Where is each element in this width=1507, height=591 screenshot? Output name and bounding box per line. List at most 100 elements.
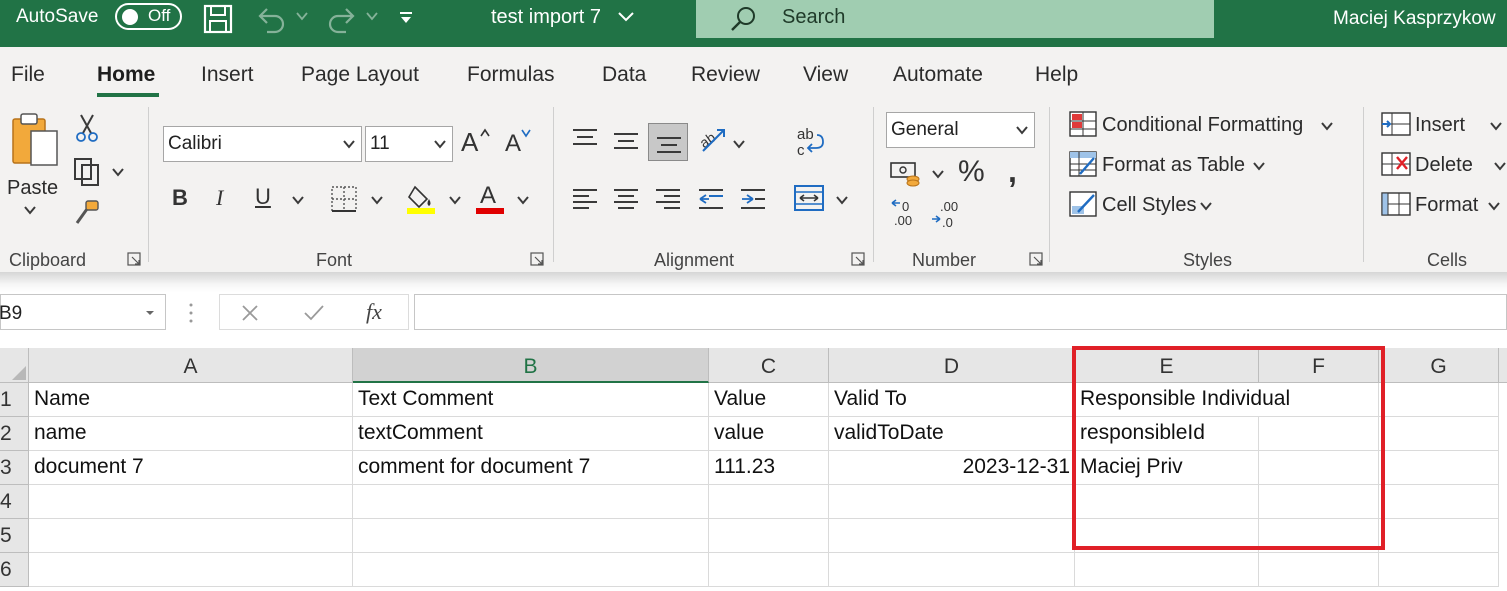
clipboard-launcher-icon[interactable]: [127, 252, 141, 266]
enter-icon[interactable]: [303, 303, 325, 323]
select-all-button[interactable]: [0, 348, 29, 383]
cell-d4[interactable]: [829, 485, 1075, 519]
row-header-3[interactable]: 3: [0, 451, 29, 485]
format-as-table-dropdown-icon[interactable]: [1253, 161, 1265, 171]
name-box-dropdown-icon[interactable]: [145, 309, 155, 317]
tab-insert[interactable]: Insert: [201, 63, 254, 87]
document-title[interactable]: test import 7: [491, 6, 601, 29]
insert-function-icon[interactable]: fx: [366, 299, 382, 325]
cell-f5[interactable]: [1259, 519, 1379, 553]
row-header-6[interactable]: 6: [0, 553, 29, 587]
decrease-indent-icon[interactable]: [697, 187, 725, 211]
tab-file[interactable]: File: [11, 63, 45, 87]
paste-dropdown-icon[interactable]: [24, 205, 36, 215]
user-name[interactable]: Maciej Kasprzykow: [1333, 8, 1496, 30]
cell-d2[interactable]: validToDate: [829, 417, 1075, 451]
cell-c6[interactable]: [709, 553, 829, 587]
top-align-icon[interactable]: [571, 127, 599, 149]
align-right-icon[interactable]: [654, 187, 682, 211]
cell-e4[interactable]: [1075, 485, 1259, 519]
column-header-f[interactable]: F: [1259, 348, 1379, 383]
cell-styles-label[interactable]: Cell Styles: [1102, 194, 1196, 217]
paste-icon[interactable]: [9, 111, 61, 167]
fill-color-dropdown-icon[interactable]: [449, 195, 461, 205]
cell-d1[interactable]: Valid To: [829, 383, 1075, 417]
decrease-decimal-icon[interactable]: .00.0: [930, 197, 962, 229]
save-icon[interactable]: [203, 4, 233, 34]
column-header-a[interactable]: A: [29, 348, 353, 383]
cell-f1[interactable]: [1259, 383, 1379, 417]
cell-c4[interactable]: [709, 485, 829, 519]
row-header-1[interactable]: 1: [0, 383, 29, 417]
align-left-icon[interactable]: [571, 187, 599, 211]
cell-g5[interactable]: [1379, 519, 1499, 553]
cell-styles-dropdown-icon[interactable]: [1200, 201, 1212, 211]
accounting-format-icon[interactable]: [889, 159, 923, 187]
formula-input[interactable]: [414, 294, 1507, 330]
cell-c5[interactable]: [709, 519, 829, 553]
cut-icon[interactable]: [75, 113, 99, 143]
tab-review[interactable]: Review: [691, 63, 760, 87]
align-center-icon[interactable]: [612, 187, 640, 211]
delete-cells-dropdown-icon[interactable]: [1494, 161, 1506, 171]
comma-style-icon[interactable]: ,: [1008, 153, 1017, 190]
italic-icon[interactable]: I: [216, 185, 223, 211]
tab-page-layout[interactable]: Page Layout: [301, 63, 419, 87]
format-as-table-icon[interactable]: [1068, 150, 1098, 178]
chevron-down-icon[interactable]: [618, 11, 634, 23]
decrease-font-size-icon[interactable]: A: [505, 127, 535, 155]
column-header-b[interactable]: B: [353, 348, 709, 383]
copy-dropdown-icon[interactable]: [112, 167, 124, 177]
cell-b4[interactable]: [353, 485, 709, 519]
redo-icon[interactable]: [326, 4, 358, 34]
cell-e5[interactable]: [1075, 519, 1259, 553]
row-header-5[interactable]: 5: [0, 519, 29, 553]
cell-f3[interactable]: [1259, 451, 1379, 485]
underline-icon[interactable]: U: [255, 184, 271, 210]
orientation-icon[interactable]: ab: [697, 125, 729, 155]
insert-cells-icon[interactable]: [1380, 111, 1412, 137]
column-header-g[interactable]: G: [1379, 348, 1499, 383]
cell-d6[interactable]: [829, 553, 1075, 587]
conditional-formatting-icon[interactable]: [1068, 110, 1098, 138]
formula-bar-grip-icon[interactable]: [188, 302, 194, 324]
cell-g1[interactable]: [1379, 383, 1499, 417]
tab-automate[interactable]: Automate: [893, 63, 983, 87]
cancel-icon[interactable]: [240, 303, 260, 323]
borders-dropdown-icon[interactable]: [371, 195, 383, 205]
cell-c1[interactable]: Value: [709, 383, 829, 417]
cell-b3[interactable]: comment for document 7: [353, 451, 709, 485]
cell-b5[interactable]: [353, 519, 709, 553]
insert-cells-dropdown-icon[interactable]: [1490, 121, 1502, 131]
cell-g6[interactable]: [1379, 553, 1499, 587]
cell-e6[interactable]: [1075, 553, 1259, 587]
cell-g3[interactable]: [1379, 451, 1499, 485]
customize-toolbar-icon[interactable]: [398, 10, 414, 26]
underline-dropdown-icon[interactable]: [292, 195, 304, 205]
increase-indent-icon[interactable]: [739, 187, 767, 211]
wrap-text-icon[interactable]: ab c: [795, 125, 827, 159]
cell-g2[interactable]: [1379, 417, 1499, 451]
format-cells-icon[interactable]: [1380, 191, 1412, 217]
conditional-formatting-label[interactable]: Conditional Formatting: [1102, 114, 1303, 137]
font-launcher-icon[interactable]: [530, 252, 544, 266]
cell-d3[interactable]: 2023-12-31: [829, 451, 1075, 485]
cell-a6[interactable]: [29, 553, 353, 587]
search-box[interactable]: Search: [696, 0, 1214, 38]
cell-b1[interactable]: Text Comment: [353, 383, 709, 417]
number-format-select[interactable]: General: [886, 112, 1035, 148]
tab-help[interactable]: Help: [1035, 63, 1078, 87]
font-color-dropdown-icon[interactable]: [517, 195, 529, 205]
format-as-table-label[interactable]: Format as Table: [1102, 154, 1245, 177]
cell-a1[interactable]: Name: [29, 383, 353, 417]
undo-icon[interactable]: [255, 4, 287, 34]
orientation-dropdown-icon[interactable]: [733, 139, 745, 149]
paste-label[interactable]: Paste: [7, 177, 58, 200]
column-header-d[interactable]: D: [829, 348, 1075, 383]
redo-dropdown-icon[interactable]: [366, 10, 378, 22]
delete-cells-label[interactable]: Delete: [1415, 154, 1473, 177]
font-size-select[interactable]: 11: [365, 126, 453, 162]
cell-e3[interactable]: Maciej Priv: [1075, 451, 1259, 485]
autosave-toggle[interactable]: Off: [115, 3, 182, 30]
number-launcher-icon[interactable]: [1029, 252, 1043, 266]
